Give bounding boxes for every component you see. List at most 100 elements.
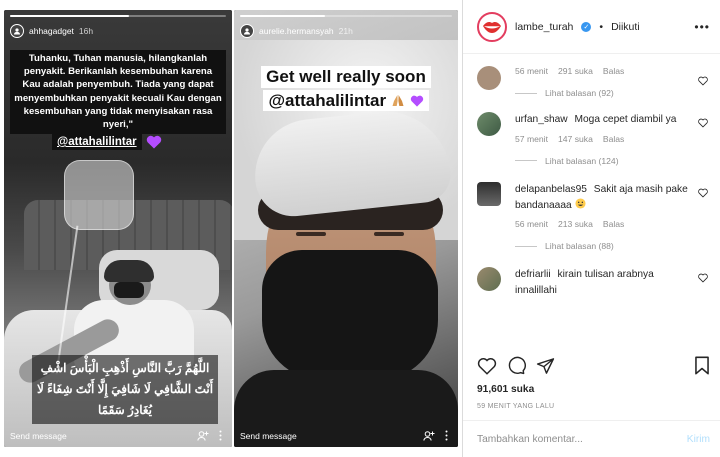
view-replies-button[interactable]: Lihat balasan (92) <box>515 88 708 98</box>
comment-likes[interactable]: 147 suka <box>558 134 593 144</box>
story-header[interactable]: aurelie.hermansyah 21h <box>240 24 353 38</box>
add-comment-bar: Kirim <box>463 420 720 457</box>
comment-meta: 57 menit 147 suka Balas <box>515 134 708 144</box>
more-icon[interactable] <box>215 430 226 441</box>
purple-heart-icon <box>146 135 161 149</box>
comment-time: 57 menit <box>515 133 548 144</box>
comment-time: 56 menit <box>515 66 548 76</box>
mention-sticker[interactable]: @attahalilintar <box>52 134 162 150</box>
comment-icon[interactable] <box>507 356 526 375</box>
praying-hands-icon <box>392 94 404 106</box>
story-avatar[interactable] <box>10 24 24 38</box>
story-caption: Tuhanku, Tuhan manusia, hilangkanlah pen… <box>10 50 226 135</box>
comment-time: 56 menit <box>515 219 548 230</box>
replies-divider <box>515 92 537 94</box>
story-username[interactable]: aurelie.hermansyah <box>259 26 334 36</box>
story-caption-text: Tuhanku, Tuhan manusia, hilangkanlah pen… <box>14 53 222 131</box>
story-progress-bar <box>10 15 226 17</box>
more-options-icon[interactable]: ••• <box>694 20 710 34</box>
closed-eye-right <box>374 232 404 236</box>
purple-heart-icon <box>410 95 423 107</box>
comment-likes[interactable]: 213 suka <box>558 219 593 229</box>
comment-item: defriarlii kirain tulisan arabnya innali… <box>477 267 708 299</box>
story-username[interactable]: ahhagadget <box>29 26 74 36</box>
more-icon[interactable] <box>441 430 452 441</box>
comments-list[interactable]: 56 menit 291 suka Balas Lihat balasan (9… <box>463 44 720 344</box>
mention-text[interactable]: @attahalilintar <box>52 134 142 150</box>
send-message-input[interactable]: Send message <box>240 431 297 441</box>
story-progress-fill <box>10 15 129 17</box>
mention-text[interactable]: @attahalilintar <box>268 91 386 110</box>
bookmark-icon[interactable] <box>694 356 710 375</box>
story-footer: Send message <box>240 430 452 441</box>
like-word: suka <box>511 384 535 395</box>
caption-line-1: Get well really soon <box>261 66 431 88</box>
comment-username[interactable]: urfan_shaw <box>515 114 568 125</box>
story-time: 16h <box>78 26 94 36</box>
view-replies-button[interactable]: Lihat balasan (124) <box>515 156 708 166</box>
story-right[interactable]: aurelie.hermansyah 21h Get well really s… <box>234 10 458 447</box>
profile-avatar[interactable] <box>477 11 507 42</box>
user-icon <box>14 28 20 35</box>
post-comment-button[interactable]: Kirim <box>687 434 710 445</box>
mention-icon[interactable] <box>197 430 209 441</box>
story-progress-bar <box>240 15 452 17</box>
story-avatar[interactable] <box>240 24 254 38</box>
comment-likes[interactable]: 291 suka <box>558 66 593 76</box>
reply-button[interactable]: Balas <box>603 134 625 144</box>
story-footer: Send message <box>10 430 226 441</box>
story-caption: Get well really soon @attahalilintar <box>254 66 438 112</box>
mention-icon[interactable] <box>423 430 435 441</box>
lips-logo-icon <box>483 21 501 33</box>
comment-username[interactable]: defriarlii <box>515 269 551 280</box>
comment-text: delapanbelas95 Sakit aja masih pake band… <box>515 182 708 214</box>
user-icon <box>244 28 250 35</box>
post-actions <box>477 356 710 375</box>
story-header[interactable]: ahhagadget 16h <box>10 24 93 38</box>
face-mask <box>114 282 144 298</box>
heart-icon[interactable] <box>698 188 708 198</box>
comment-text: urfan_shaw Moga cepet diambil ya <box>515 112 708 128</box>
story-left[interactable]: ahhagadget 16h Tuhanku, Tuhan manusia, h… <box>4 10 232 447</box>
iv-bag <box>64 160 134 230</box>
heart-icon[interactable] <box>698 273 708 283</box>
view-replies-button[interactable]: Lihat balasan (88) <box>515 241 708 251</box>
post-sidebar: lambe_turah ✓ • Diikuti ••• 56 menit 291… <box>462 0 720 457</box>
commenter-avatar[interactable] <box>477 181 501 206</box>
like-heart-icon[interactable] <box>477 357 497 375</box>
comment-text: defriarlii kirain tulisan arabnya innali… <box>515 267 708 299</box>
comment-meta: 56 menit 291 suka Balas <box>515 66 708 76</box>
view-replies-label[interactable]: Lihat balasan (124) <box>545 156 619 166</box>
share-icon[interactable] <box>536 357 555 375</box>
view-replies-label[interactable]: Lihat balasan (88) <box>545 241 614 251</box>
closed-eye-left <box>296 232 326 236</box>
comment-input[interactable] <box>477 433 687 445</box>
comment-username[interactable]: delapanbelas95 <box>515 184 587 195</box>
story-progress-fill <box>240 15 325 17</box>
comment-item: delapanbelas95 Sakit aja masih pake band… <box>477 181 708 229</box>
send-message-input[interactable]: Send message <box>10 431 67 441</box>
comment-meta: 56 menit 213 suka Balas <box>515 219 708 229</box>
heart-icon[interactable] <box>698 118 708 128</box>
patient-hair <box>104 260 154 282</box>
comment-item: urfan_shaw Moga cepet diambil ya 57 meni… <box>477 112 708 144</box>
commenter-avatar[interactable] <box>477 112 501 136</box>
view-replies-label[interactable]: Lihat balasan (92) <box>545 88 614 98</box>
follow-status-button[interactable]: Diikuti <box>611 21 640 33</box>
smile-emoji-icon <box>574 198 586 209</box>
face-mask <box>262 250 438 380</box>
post-username[interactable]: lambe_turah <box>515 21 573 33</box>
post-timestamp: 59 MENIT YANG LALU <box>477 403 555 410</box>
story-time: 21h <box>338 26 353 36</box>
caption-line-2[interactable]: @attahalilintar <box>263 89 429 112</box>
reply-button[interactable]: Balas <box>603 66 625 76</box>
like-count[interactable]: 91,601 suka <box>477 384 534 395</box>
follow-separator: • <box>599 20 604 33</box>
replies-divider <box>515 160 537 162</box>
reply-button[interactable]: Balas <box>603 219 625 229</box>
comment-item: 56 menit 291 suka Balas <box>477 66 708 90</box>
commenter-avatar[interactable] <box>477 267 501 292</box>
heart-icon[interactable] <box>698 76 708 86</box>
replies-divider <box>515 245 537 247</box>
commenter-avatar[interactable] <box>477 66 501 90</box>
